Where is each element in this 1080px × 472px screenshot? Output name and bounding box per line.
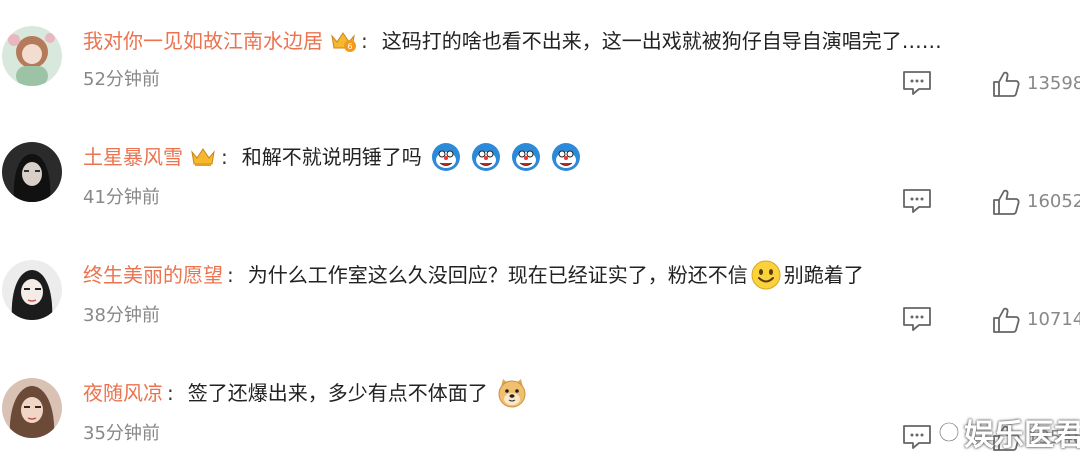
comment-time: 35分钟前 <box>83 423 160 444</box>
like-icon[interactable] <box>992 306 1020 334</box>
like-count: 16052 <box>1027 191 1080 212</box>
username-link[interactable]: 终生美丽的愿望 <box>83 260 223 290</box>
smile-emoji-icon <box>750 259 782 291</box>
username-link[interactable]: 土星暴风雪 <box>83 142 183 172</box>
vip-crown-icon: 6 <box>329 28 357 54</box>
doge-blue-emoji-icon <box>430 141 462 173</box>
username-link[interactable]: 夜随风凉 <box>83 378 163 408</box>
doge-blue-emoji-icon <box>510 141 542 173</box>
comment-item: 我对你一见如故江南水边居 6 : 这码打的啥也看不出来，这一出戏就被狗仔自导自演… <box>0 0 1080 118</box>
comment-item: 夜随风凉 : 签了还爆出来，多少有点不体面了 35分钟前 13548 <box>0 354 1080 472</box>
reply-icon[interactable] <box>902 306 932 332</box>
comment-item: 终生美丽的愿望 : 为什么工作室这么久没回应？现在已经证实了，粉还不信 别跪着了… <box>0 236 1080 354</box>
comment-text: 签了还爆出来，多少有点不体面了 <box>187 381 488 405</box>
avatar[interactable] <box>2 378 62 438</box>
svg-text:6: 6 <box>347 42 352 51</box>
watermark-text: 娱乐医君 <box>964 418 1080 453</box>
comment-text: 和解不就说明锤了吗 <box>241 145 422 169</box>
avatar[interactable] <box>2 142 62 202</box>
like-icon[interactable] <box>992 70 1020 98</box>
watermark-icon <box>938 421 960 443</box>
comment-text: 为什么工作室这么久没回应？现在已经证实了，粉还不信 <box>247 263 748 287</box>
reply-icon[interactable] <box>902 70 932 96</box>
comment-text-after: 别跪着了 <box>783 263 864 287</box>
vip-crown-icon <box>189 144 217 170</box>
avatar[interactable] <box>2 260 62 320</box>
separator: : <box>221 145 228 169</box>
avatar-image <box>2 26 62 86</box>
avatar-image <box>2 142 62 202</box>
watermark: 娱乐医君 <box>938 408 1080 456</box>
doge-blue-emoji-icon <box>470 141 502 173</box>
like-count: 10714 <box>1027 309 1080 330</box>
like-count: 13598 <box>1027 73 1080 94</box>
separator: : <box>167 381 174 405</box>
doge-blue-emoji-icon <box>550 141 582 173</box>
avatar-image <box>2 378 62 438</box>
doge-emoji-icon <box>496 377 528 409</box>
avatar-image <box>2 260 62 320</box>
reply-icon[interactable] <box>902 424 932 450</box>
comment-time: 52分钟前 <box>83 69 160 90</box>
avatar[interactable] <box>2 26 62 86</box>
separator: : <box>361 29 368 53</box>
reply-icon[interactable] <box>902 188 932 214</box>
comment-item: 土星暴风雪 : 和解不就说明锤了吗 41分钟前 16052 <box>0 118 1080 236</box>
like-icon[interactable] <box>992 188 1020 216</box>
username-link[interactable]: 我对你一见如故江南水边居 <box>83 26 323 56</box>
comment-time: 41分钟前 <box>83 187 160 208</box>
separator: : <box>227 263 234 287</box>
comment-time: 38分钟前 <box>83 305 160 326</box>
comment-text: 这码打的啥也看不出来，这一出戏就被狗仔自导自演唱完了…… <box>381 29 942 53</box>
